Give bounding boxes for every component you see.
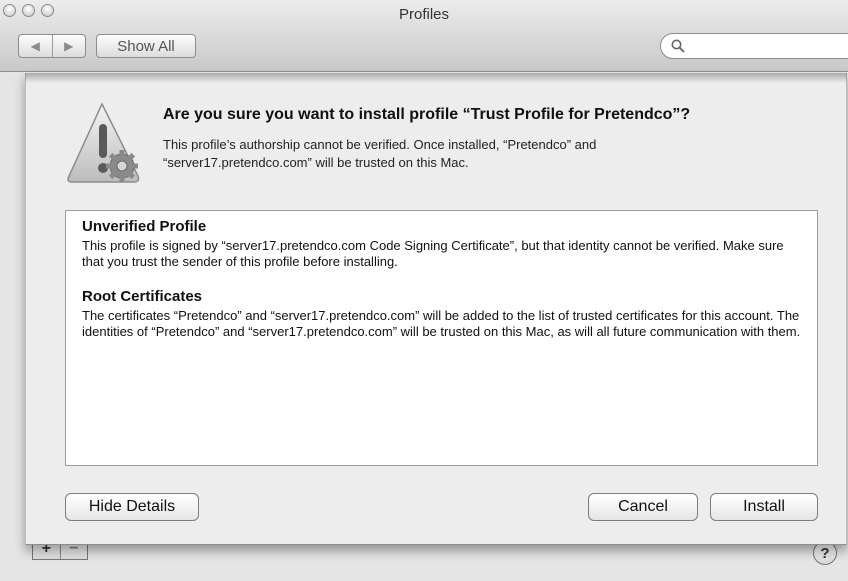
- section-title-root-certificates: Root Certificates: [82, 288, 203, 305]
- back-forward-control: ◀ ▶: [18, 34, 86, 58]
- search-icon: [671, 39, 685, 53]
- window-titlebar: Profiles ◀ ▶ Show All: [0, 0, 848, 72]
- forward-button[interactable]: ▶: [53, 35, 86, 57]
- back-button[interactable]: ◀: [19, 35, 53, 57]
- dialog-message-line: “server17.pretendco.com” will be trusted…: [163, 155, 469, 170]
- dialog-message: This profile’s authorship cannot be veri…: [163, 136, 763, 172]
- dialog-message-line: This profile’s authorship cannot be veri…: [163, 137, 597, 152]
- warning-icon: [67, 102, 140, 183]
- hide-details-button[interactable]: Hide Details: [65, 493, 199, 521]
- window-title: Profiles: [398, 6, 450, 23]
- section-body-unverified-profile: This profile is signed by “server17.pret…: [82, 238, 784, 269]
- cancel-button[interactable]: Cancel: [588, 493, 698, 521]
- search-input[interactable]: [691, 38, 841, 54]
- section-title-unverified-profile: Unverified Profile: [82, 218, 207, 235]
- install-button[interactable]: Install: [710, 493, 818, 521]
- gear-icon: [106, 150, 138, 182]
- sheet-top-shadow: [25, 73, 847, 83]
- show-all-button[interactable]: Show All: [96, 34, 196, 58]
- search-field[interactable]: [660, 33, 848, 59]
- profile-details-panel[interactable]: Unverified Profile This profile is signe…: [65, 210, 818, 466]
- dialog-heading: Are you sure you want to install profile…: [163, 106, 691, 123]
- section-body-root-certificates: The certificates “Pretendco” and “server…: [82, 308, 801, 339]
